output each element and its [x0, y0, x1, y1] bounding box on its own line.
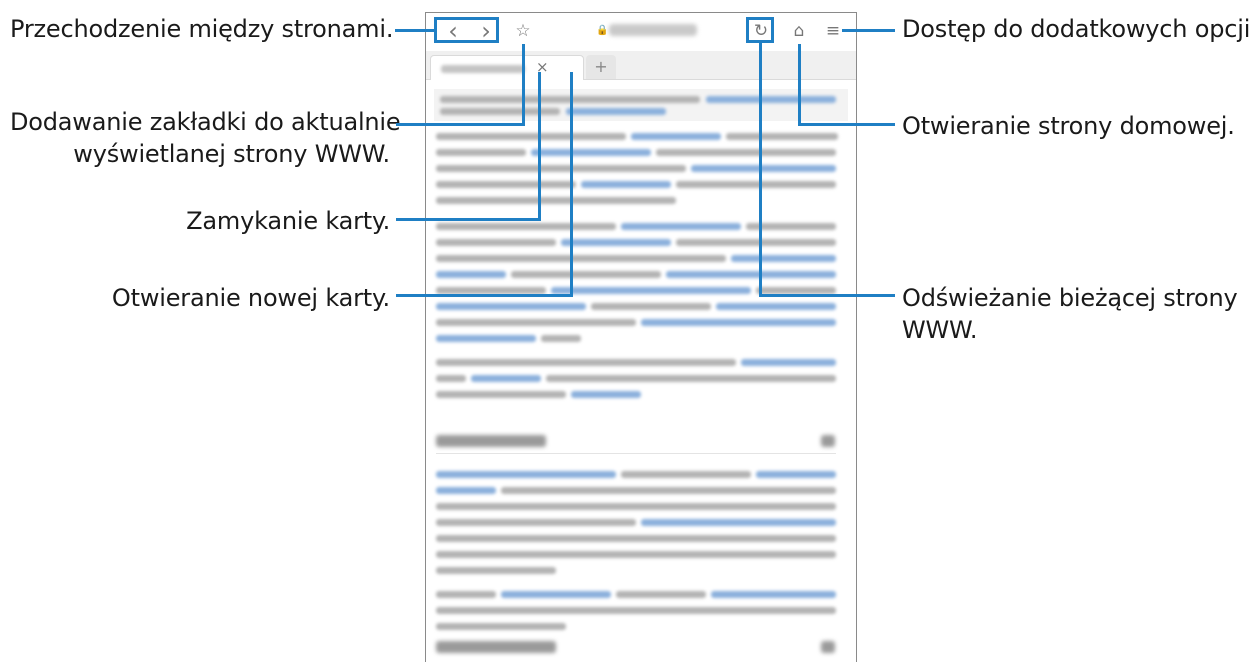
- callout-bookmark-h: [396, 123, 525, 126]
- bookmark-star-icon[interactable]: ☆: [512, 21, 534, 41]
- label-navigation: Przechodzenie między stronami.: [10, 15, 394, 43]
- label-home: Otwieranie strony domowej.: [902, 112, 1235, 140]
- callout-refresh-h: [759, 294, 895, 297]
- callout-home-h: [798, 123, 895, 126]
- tab-current[interactable]: ×: [430, 55, 584, 80]
- callout-navigation: [395, 29, 435, 32]
- lock-icon: 🔒: [596, 25, 609, 36]
- callout-bookmark-v: [522, 44, 525, 126]
- menu-icon[interactable]: ≡: [822, 21, 844, 41]
- refresh-highlight: [746, 17, 774, 43]
- callout-more-options: [842, 29, 895, 32]
- tab-title: [441, 65, 525, 73]
- callout-close-h: [396, 218, 541, 221]
- label-new-tab: Otwieranie nowej karty.: [111, 284, 390, 312]
- label-refresh-line2: WWW.: [902, 316, 978, 344]
- callout-home-v: [798, 44, 801, 126]
- label-close-tab: Zamykanie karty.: [186, 207, 390, 235]
- tab-bar: × +: [426, 51, 856, 80]
- page-note: [434, 89, 848, 121]
- label-refresh-line1: Odświeżanie bieżącej strony: [902, 284, 1238, 312]
- browser-screenshot: ‹ › ☆ 🔒 ↻ ⌂ ≡ × +: [425, 12, 857, 662]
- new-tab-button[interactable]: +: [586, 55, 616, 79]
- callout-refresh-v: [759, 43, 762, 297]
- label-bookmark-line2: wyświetlanej strony WWW.: [73, 140, 390, 168]
- home-icon[interactable]: ⌂: [788, 21, 810, 41]
- callout-newtab-v: [570, 72, 573, 297]
- callout-close-v: [538, 72, 541, 221]
- label-bookmark-line1: Dodawanie zakładki do aktualnie: [10, 108, 401, 136]
- callout-newtab-h: [396, 294, 573, 297]
- nav-buttons-highlight: [434, 17, 499, 43]
- address-bar[interactable]: [609, 24, 697, 36]
- label-more-options: Dostęp do dodatkowych opcji.: [902, 15, 1251, 43]
- page-content: [426, 79, 856, 662]
